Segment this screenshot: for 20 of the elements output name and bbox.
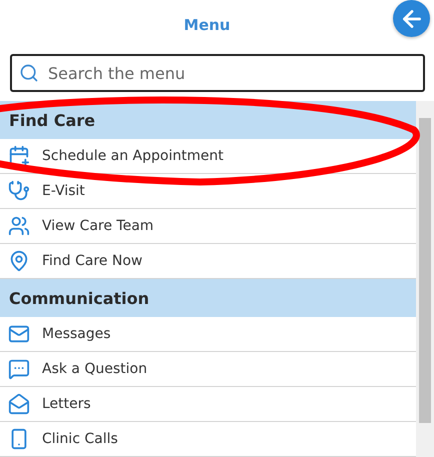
section-header: Communication	[0, 279, 416, 317]
stethoscope-icon	[8, 180, 30, 202]
menu-item[interactable]: Clinic Calls	[0, 422, 416, 457]
menu-item[interactable]: Messages	[0, 317, 416, 352]
envelope-icon	[8, 323, 30, 345]
menu-item[interactable]: Letters	[0, 387, 416, 422]
menu-item[interactable]: Ask a Question	[0, 352, 416, 387]
menu-item[interactable]: Schedule an Appointment	[0, 139, 416, 174]
search-icon	[19, 63, 39, 83]
location-pin-icon	[8, 250, 30, 272]
menu-title: Menu	[184, 16, 230, 34]
menu-item[interactable]: E-Visit	[0, 174, 416, 209]
calendar-icon	[8, 145, 30, 167]
menu-item[interactable]: View Care Team	[0, 209, 416, 244]
back-button[interactable]	[393, 0, 430, 37]
letter-icon	[8, 393, 30, 415]
scrollbar[interactable]	[416, 101, 434, 457]
people-icon	[8, 215, 30, 237]
chat-bubble-icon	[8, 358, 30, 380]
search-field[interactable]: Search the menu	[10, 54, 425, 92]
